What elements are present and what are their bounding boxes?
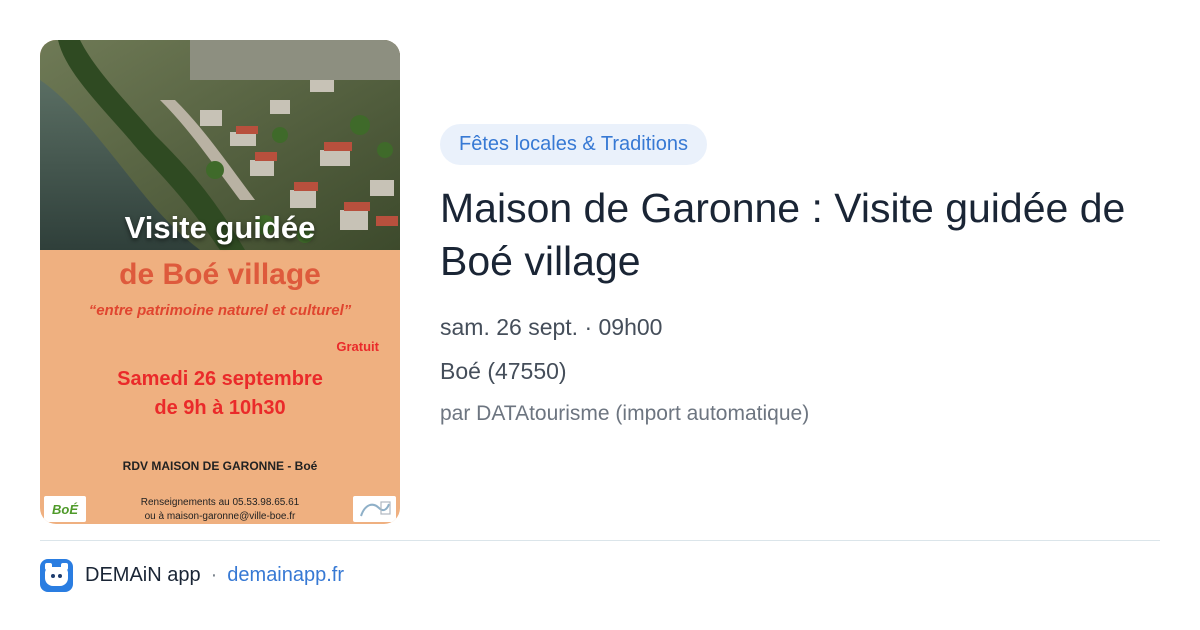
event-poster-image[interactable]: Visite guidée de Boé village “entre patr… [40, 40, 400, 524]
app-name: DEMAiN app [85, 563, 201, 586]
poster-email-line: ou à maison-garonne@ville-boe.fr [144, 511, 296, 522]
poster-date: Samedi 26 septembre de 9h à 10h30 [40, 365, 400, 423]
site-link[interactable]: demainapp.fr [227, 564, 344, 587]
category-tag[interactable]: Fêtes locales & Traditions [440, 124, 707, 165]
poster-subtitle: de Boé village [119, 258, 321, 291]
boe-logo: BoÉ [44, 496, 86, 522]
event-date: sam. 26 sept. · 09h00 [440, 314, 663, 340]
event-title[interactable]: Maison de Garonne : Visite guidée de Boé… [440, 182, 1160, 288]
footer: DEMAiN app · demainapp.fr [40, 558, 344, 592]
poster-free-label: Gratuit [336, 339, 379, 354]
footer-divider [40, 540, 1160, 541]
poster-meeting-point: RDV MAISON DE GARONNE - Boé [122, 459, 318, 473]
poster-tagline: “entre patrimoine naturel et culturel” [88, 302, 352, 319]
poster-phone-line: Renseignements au 05.53.98.65.61 [140, 497, 300, 508]
event-location: Boé (47550) [440, 358, 567, 384]
poster-date-time: de 9h à 10h30 [154, 397, 286, 419]
footer-separator: · [210, 563, 218, 586]
poster-date-day: Samedi 26 septembre [117, 368, 323, 390]
partner-logo [353, 496, 396, 522]
poster-contact-info: Renseignements au 05.53.98.65.61 ou à ma… [40, 496, 400, 524]
demain-app-icon [40, 558, 73, 592]
poster-title: Visite guidée [124, 210, 316, 245]
event-source: par DATAtourisme (import automatique) [440, 402, 810, 425]
